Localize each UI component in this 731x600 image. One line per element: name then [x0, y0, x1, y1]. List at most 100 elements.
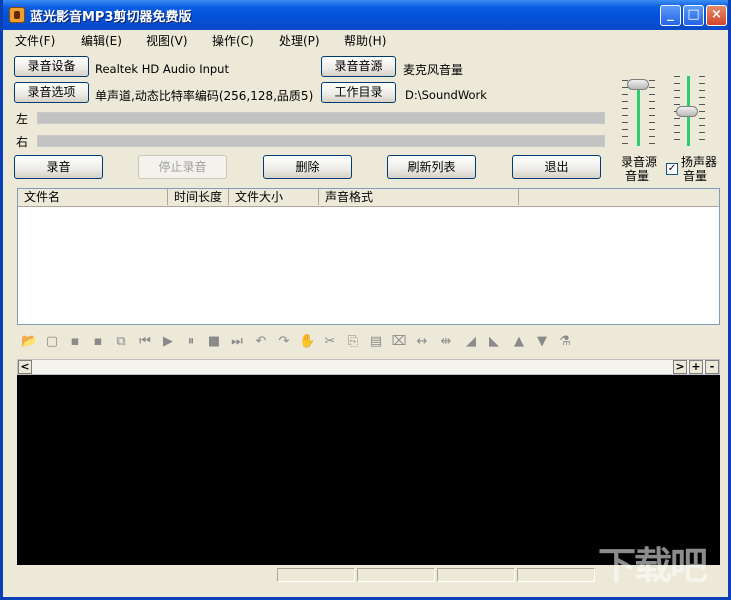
- slider-tick: [699, 76, 705, 77]
- column-filesize[interactable]: 文件大小: [229, 189, 319, 205]
- zoom-in-button[interactable]: +: [689, 360, 703, 374]
- export-icon[interactable]: ⧉: [113, 334, 129, 350]
- record-device-button[interactable]: 录音设备: [14, 56, 89, 77]
- delete-button[interactable]: 删除: [263, 155, 352, 179]
- work-dir-value: D:\SoundWork: [405, 88, 487, 102]
- menu-bar: 文件(F) 编辑(E) 视图(V) 操作(C) 处理(P) 帮助(H): [3, 30, 728, 49]
- record-options-value: 单声道,动态比特率编码(256,128,品质5): [95, 89, 314, 103]
- status-panel-4: [517, 568, 595, 582]
- slider-tick: [649, 122, 655, 123]
- exit-button[interactable]: 退出: [512, 155, 601, 179]
- new-file-icon[interactable]: ▢: [44, 334, 60, 350]
- slider-tick: [649, 129, 655, 130]
- menu-view[interactable]: 视图(V): [146, 32, 188, 49]
- effects-icon[interactable]: ⚗: [557, 334, 573, 350]
- slider-tick: [699, 97, 705, 98]
- left-level-meter: [37, 112, 605, 124]
- hand-icon[interactable]: ✋: [299, 334, 315, 350]
- save-as-icon[interactable]: ▪: [90, 334, 106, 350]
- slider-tick: [699, 118, 705, 119]
- record-options-button[interactable]: 录音选项: [14, 82, 89, 103]
- waveform-scrollbar[interactable]: < > + -: [17, 359, 720, 375]
- slider-tick: [674, 132, 680, 133]
- maximize-button[interactable]: □: [683, 5, 704, 26]
- source-volume-slider[interactable]: [627, 78, 649, 90]
- scroll-left-button[interactable]: <: [18, 360, 32, 374]
- slider-tick: [699, 104, 705, 105]
- stop-icon[interactable]: ■: [206, 334, 222, 350]
- column-format[interactable]: 声音格式: [319, 189, 519, 205]
- copy-icon[interactable]: ⎘: [345, 334, 361, 350]
- file-list[interactable]: 文件名 时间长度 文件大小 声音格式: [17, 188, 720, 325]
- record-device-value: Realtek HD Audio Input: [95, 62, 229, 76]
- slider-tick: [622, 143, 628, 144]
- slider-tick: [674, 104, 680, 105]
- delete-selection-icon[interactable]: ⌧: [391, 334, 407, 350]
- slider-tick: [674, 76, 680, 77]
- slider-tick: [699, 132, 705, 133]
- speaker-volume-ticks-right: [699, 76, 705, 146]
- slider-tick: [649, 108, 655, 109]
- refresh-list-button[interactable]: 刷新列表: [387, 155, 476, 179]
- status-panel-3: [437, 568, 515, 582]
- slider-tick: [674, 118, 680, 119]
- slider-tick: [622, 129, 628, 130]
- column-duration[interactable]: 时间长度: [168, 189, 229, 205]
- minimize-button[interactable]: _: [660, 5, 681, 26]
- open-folder-icon[interactable]: 📂: [21, 334, 37, 350]
- redo-icon[interactable]: ↷: [276, 334, 292, 350]
- left-channel-label: 左: [16, 112, 29, 126]
- zoom-out-button[interactable]: -: [705, 360, 719, 374]
- slider-tick: [622, 101, 628, 102]
- close-button[interactable]: ×: [706, 5, 727, 26]
- volume-down-icon[interactable]: ▼: [534, 334, 550, 350]
- trim-icon[interactable]: ⇹: [438, 334, 454, 350]
- fade-in-icon[interactable]: ◢: [463, 334, 479, 350]
- speaker-volume-slider[interactable]: [676, 105, 698, 117]
- source-volume-ticks-right: [649, 80, 655, 146]
- slider-tick: [699, 90, 705, 91]
- speaker-enable-checkbox[interactable]: ✓: [666, 163, 678, 175]
- menu-file[interactable]: 文件(F): [15, 32, 55, 49]
- insert-silence-icon[interactable]: ↔: [414, 334, 430, 350]
- status-panel-2: [357, 568, 435, 582]
- slider-tick: [622, 108, 628, 109]
- right-level-meter: [37, 135, 605, 147]
- menu-operate[interactable]: 操作(C): [212, 32, 254, 49]
- slider-tick: [622, 115, 628, 116]
- volume-up-icon[interactable]: ▲: [511, 334, 527, 350]
- slider-tick: [622, 94, 628, 95]
- slider-tick: [649, 80, 655, 81]
- slider-tick: [699, 125, 705, 126]
- pause-icon[interactable]: ⏸: [183, 334, 199, 350]
- column-filename[interactable]: 文件名: [18, 189, 168, 205]
- slider-tick: [649, 87, 655, 88]
- menu-edit[interactable]: 编辑(E): [81, 32, 122, 49]
- app-window: 蓝光影音MP3剪切器免费版 _ □ × 文件(F) 编辑(E) 视图(V) 操作…: [0, 0, 731, 600]
- stop-record-button[interactable]: 停止录音: [138, 155, 227, 179]
- skip-start-icon[interactable]: ⏮: [137, 334, 153, 350]
- fade-out-icon[interactable]: ◣: [486, 334, 502, 350]
- work-dir-button[interactable]: 工作目录: [321, 82, 396, 103]
- slider-tick: [674, 125, 680, 126]
- menu-process[interactable]: 处理(P): [279, 32, 320, 49]
- menu-help[interactable]: 帮助(H): [344, 32, 386, 49]
- right-channel-label: 右: [16, 135, 29, 149]
- source-volume-ticks: [622, 80, 628, 146]
- slider-tick: [622, 136, 628, 137]
- save-icon[interactable]: ▪: [67, 334, 83, 350]
- speaker-volume-label-2: 音量: [683, 169, 708, 183]
- slider-tick: [622, 122, 628, 123]
- window-title: 蓝光影音MP3剪切器免费版: [30, 10, 192, 25]
- record-button[interactable]: 录音: [14, 155, 103, 179]
- skip-end-icon[interactable]: ⏭: [229, 334, 245, 350]
- slider-tick: [699, 111, 705, 112]
- play-icon[interactable]: ▶: [160, 334, 176, 350]
- cut-icon[interactable]: ✂: [322, 334, 338, 350]
- paste-icon[interactable]: ▤: [368, 334, 384, 350]
- slider-tick: [649, 115, 655, 116]
- title-bar[interactable]: 蓝光影音MP3剪切器免费版 _ □ ×: [3, 0, 728, 30]
- scroll-right-button[interactable]: >: [673, 360, 687, 374]
- undo-icon[interactable]: ↶: [253, 334, 269, 350]
- record-source-button[interactable]: 录音音源: [321, 56, 396, 77]
